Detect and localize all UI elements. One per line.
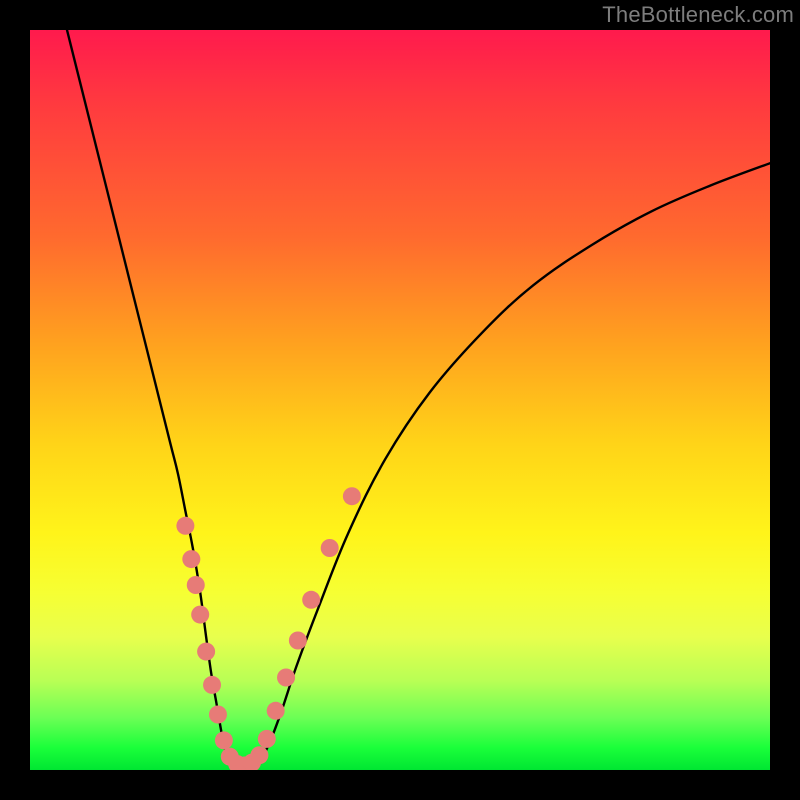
data-marker bbox=[203, 676, 221, 694]
data-marker bbox=[302, 591, 320, 609]
bottleneck-curve bbox=[67, 30, 770, 767]
watermark-text: TheBottleneck.com bbox=[602, 2, 794, 28]
data-marker bbox=[209, 706, 227, 724]
data-marker bbox=[182, 550, 200, 568]
data-marker bbox=[277, 669, 295, 687]
data-marker bbox=[197, 643, 215, 661]
data-marker bbox=[321, 539, 339, 557]
curve-layer bbox=[67, 30, 770, 767]
plot-area bbox=[30, 30, 770, 770]
data-marker bbox=[250, 746, 268, 764]
data-marker bbox=[176, 517, 194, 535]
chart-svg bbox=[30, 30, 770, 770]
data-marker bbox=[258, 730, 276, 748]
data-marker bbox=[343, 487, 361, 505]
data-marker bbox=[267, 702, 285, 720]
data-marker bbox=[191, 606, 209, 624]
data-marker bbox=[215, 731, 233, 749]
data-marker bbox=[289, 632, 307, 650]
outer-frame: TheBottleneck.com bbox=[0, 0, 800, 800]
data-marker bbox=[187, 576, 205, 594]
